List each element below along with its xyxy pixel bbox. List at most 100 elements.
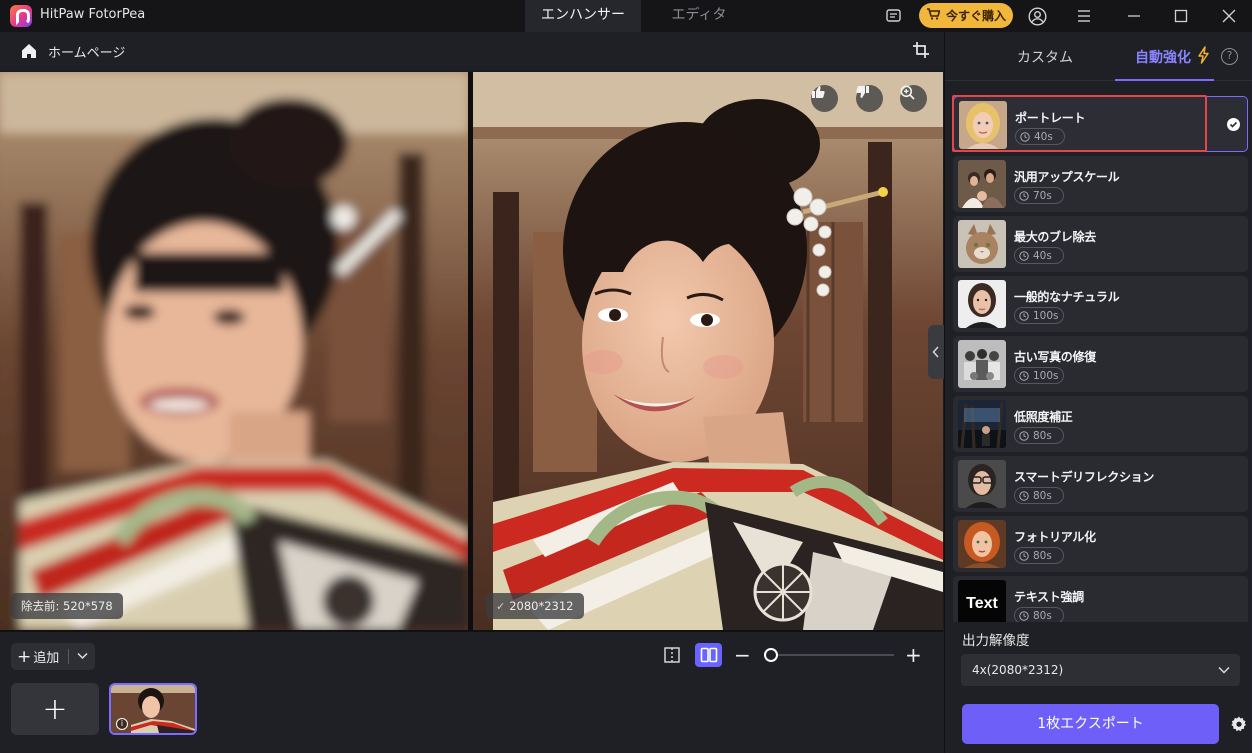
right-panel: カスタム 自動強化 ? ポートレート 40s 汎用アップスケール 70s 最大の… <box>944 32 1252 753</box>
lightning-icon <box>1197 46 1210 68</box>
preset-name: スマートデリフレクション <box>1014 470 1155 484</box>
tab-editor[interactable]: エディタ <box>641 0 757 32</box>
after-image <box>473 72 943 630</box>
clock-icon <box>1019 550 1029 561</box>
split-view-icon[interactable] <box>695 643 722 667</box>
thumbs-up-icon <box>812 86 825 98</box>
bottom-bar: + 追加 − + + i <box>0 632 944 753</box>
preset-time-badge: 100s <box>1014 367 1064 384</box>
selected-check-icon <box>1227 118 1240 131</box>
compare-view: 除去前: 520*578 ✓ 2080*2312 <box>0 72 943 632</box>
preset-general-natural[interactable]: 一般的なナチュラル 100s <box>953 276 1248 332</box>
preset-time: 40s <box>1033 249 1052 262</box>
minimize-icon[interactable] <box>1124 6 1144 26</box>
preset-name: 最大のブレ除去 <box>1014 230 1096 244</box>
clock-icon <box>1019 310 1029 321</box>
export-button[interactable]: 1枚エクスポート <box>962 704 1219 744</box>
preset-photorealistic[interactable]: フォトリアル化 80s <box>953 516 1248 572</box>
zoom-out-button[interactable]: − <box>734 643 751 667</box>
clock-icon <box>1019 610 1029 621</box>
tab-custom[interactable]: カスタム <box>1017 47 1073 67</box>
clock-icon <box>1020 131 1030 142</box>
preset-name: 汎用アップスケール <box>1014 170 1120 184</box>
clock-icon <box>1019 430 1029 441</box>
zoom-in-button[interactable] <box>900 85 927 112</box>
mode-tabs: エンハンサー エディタ <box>525 0 757 32</box>
tab-enhancer[interactable]: エンハンサー <box>525 0 641 32</box>
account-icon[interactable] <box>1027 6 1047 26</box>
before-image <box>0 72 468 630</box>
preset-time-badge: 80s <box>1014 487 1064 504</box>
text-thumbnail-label: Text <box>966 595 998 612</box>
crop-icon[interactable] <box>912 41 932 61</box>
clock-icon <box>1019 490 1029 501</box>
single-view-icon[interactable] <box>661 644 683 666</box>
preset-max-deblur[interactable]: 最大のブレ除去 40s <box>953 216 1248 272</box>
preset-text-enhance[interactable]: Text テキスト強調 80s <box>953 576 1248 622</box>
preset-thumbnail <box>959 101 1007 149</box>
preset-name: 古い写真の修復 <box>1014 350 1096 364</box>
preset-time: 100s <box>1033 369 1059 382</box>
preset-general-upscale[interactable]: 汎用アップスケール 70s <box>953 156 1248 212</box>
zoom-slider-handle[interactable] <box>764 648 778 662</box>
preset-thumbnail <box>958 340 1006 388</box>
home-link[interactable]: ホームページ <box>48 42 125 61</box>
preset-time-badge: 40s <box>1015 128 1065 145</box>
preset-time-badge: 80s <box>1014 547 1064 564</box>
zoom-slider-track[interactable] <box>771 654 894 656</box>
preset-thumbnail <box>958 160 1006 208</box>
maximize-icon[interactable] <box>1171 6 1191 26</box>
zoom-in-plus-button[interactable]: + <box>905 643 922 667</box>
before-resolution-badge: 除去前: 520*578 <box>11 593 123 619</box>
check-icon: ✓ <box>496 600 506 613</box>
add-image-tile[interactable]: + <box>11 683 99 735</box>
add-label: 追加 <box>33 651 60 666</box>
preset-name: フォトリアル化 <box>1014 530 1096 544</box>
clock-icon <box>1019 250 1029 261</box>
add-button[interactable]: + 追加 <box>11 643 95 670</box>
preset-time: 70s <box>1033 189 1052 202</box>
chevron-down-icon[interactable] <box>77 649 88 664</box>
preset-smart-dereflection[interactable]: スマートデリフレクション 80s <box>953 456 1248 512</box>
thumbs-down-icon <box>856 86 869 98</box>
chevron-left-icon <box>932 346 939 358</box>
close-icon[interactable] <box>1219 6 1239 26</box>
gear-icon[interactable] <box>1230 715 1248 733</box>
clock-icon <box>1019 370 1029 381</box>
preset-thumbnail <box>958 460 1006 508</box>
zoom-in-icon <box>900 85 915 100</box>
feedback-icon[interactable] <box>884 6 904 26</box>
preset-portrait[interactable]: ポートレート 40s <box>953 96 1248 152</box>
output-resolution-label: 出力解像度 <box>962 633 1030 649</box>
preset-time: 80s <box>1033 609 1052 622</box>
home-icon[interactable] <box>20 42 38 60</box>
output-resolution-select[interactable]: 4x(2080*2312) <box>961 654 1240 686</box>
title-bar: HitPaw FotorPea エンハンサー エディタ 今すぐ購入 <box>0 0 1252 32</box>
output-resolution-value: 4x(2080*2312) <box>972 663 1064 677</box>
preset-low-light[interactable]: 低照度補正 80s <box>953 396 1248 452</box>
menu-icon[interactable] <box>1074 6 1094 26</box>
preset-list: ポートレート 40s 汎用アップスケール 70s 最大のブレ除去 40s 一般的… <box>953 94 1248 622</box>
info-icon[interactable]: i <box>116 718 128 730</box>
chevron-down-icon <box>1218 654 1230 686</box>
preset-time: 40s <box>1034 130 1053 143</box>
tab-auto-enhance[interactable]: 自動強化 <box>1135 47 1191 67</box>
collapse-panel-button[interactable] <box>928 325 944 379</box>
top-toolbar: ホームページ <box>0 32 944 70</box>
plus-icon: + <box>17 646 32 667</box>
thumbs-down-button[interactable] <box>856 85 883 112</box>
preset-name: テキスト強調 <box>1014 590 1084 604</box>
preset-time: 100s <box>1033 309 1059 322</box>
buy-now-button[interactable]: 今すぐ購入 <box>919 3 1013 28</box>
preset-time: 80s <box>1033 489 1052 502</box>
preset-time-badge: 80s <box>1014 607 1064 622</box>
preset-thumbnail <box>958 280 1006 328</box>
preset-old-photo-repair[interactable]: 古い写真の修復 100s <box>953 336 1248 392</box>
thumbs-up-button[interactable] <box>811 85 838 112</box>
preset-thumbnail: Text <box>958 580 1006 622</box>
help-icon[interactable]: ? <box>1221 48 1238 65</box>
preset-name: 一般的なナチュラル <box>1014 290 1120 304</box>
panel-tabs: カスタム 自動強化 ? <box>945 32 1252 81</box>
image-thumbnail[interactable]: i <box>109 683 197 735</box>
preset-time: 80s <box>1033 549 1052 562</box>
